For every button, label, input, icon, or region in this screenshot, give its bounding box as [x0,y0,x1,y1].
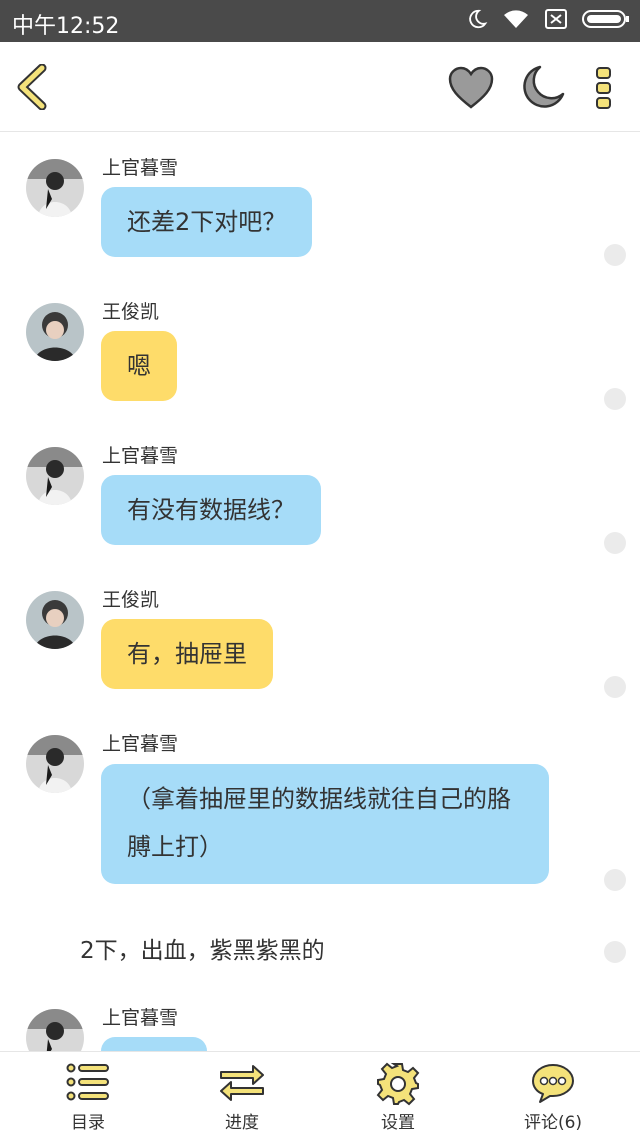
no-sim-icon [545,9,567,29]
heart-icon [448,66,494,109]
sender-name: 上官暮雪 [102,1007,179,1029]
sender-name: 王俊凯 [102,589,160,611]
list-icon [66,1063,109,1101]
chevron-left-icon [17,63,47,111]
avatar[interactable] [26,1009,84,1051]
message-bubble[interactable] [101,1037,207,1051]
tab-label: 评论(6) [523,1113,583,1133]
avatar[interactable] [26,303,84,361]
sender-name: 上官暮雪 [102,157,179,179]
message-bubble[interactable]: （拿着抽屉里的数据线就往自己的胳膊上打） [101,764,549,884]
tab-label: 设置 [381,1113,415,1133]
message-status-dot[interactable] [604,532,626,554]
tab-settings[interactable]: 设置 [318,1052,478,1138]
gear-icon [376,1062,420,1106]
message-status-dot[interactable] [604,676,626,698]
message-status-dot[interactable] [604,388,626,410]
status-time: 中午12:52 [12,14,120,39]
chat-list[interactable]: 上官暮雪 还差2下对吧？ 王俊凯 嗯 上官暮雪 有没有数据线？ 王俊凯 有，抽屉… [0,133,640,1051]
more-options-button[interactable] [594,66,614,110]
message-bubble[interactable]: 有没有数据线？ [101,475,321,545]
message-bubble[interactable]: 嗯 [101,331,177,401]
sender-name: 上官暮雪 [102,733,179,755]
bottom-toolbar: 目录 进度 设置 评论(6) [0,1051,640,1138]
message-status-dot[interactable] [604,941,626,963]
top-navigation-bar [0,42,640,132]
message-status-dot[interactable] [604,869,626,891]
battery-icon [582,10,629,28]
narration-text: 2下，出血，紫黑紫黑的 [80,938,325,964]
status-bar: 中午12:52 [0,0,640,42]
message-status-dot[interactable] [604,244,626,266]
tab-comments[interactable]: 评论(6) [473,1052,633,1138]
message-bubble[interactable]: 有，抽屉里 [101,619,273,689]
night-mode-button[interactable] [520,64,566,110]
status-icons [466,8,630,30]
more-vertical-icon [596,67,611,109]
avatar[interactable] [26,591,84,649]
swap-arrows-icon [220,1065,264,1101]
tab-label: 目录 [71,1113,105,1133]
tab-label: 进度 [225,1113,259,1133]
tab-table-of-contents[interactable]: 目录 [8,1052,168,1138]
tab-progress[interactable]: 进度 [162,1052,322,1138]
sender-name: 上官暮雪 [102,445,179,467]
wifi-icon [504,10,528,28]
sender-name: 王俊凯 [102,301,160,323]
avatar[interactable] [26,735,84,793]
back-button[interactable] [14,63,54,111]
message-bubble[interactable]: 还差2下对吧？ [101,187,313,257]
like-button[interactable] [448,66,494,110]
avatar[interactable] [26,159,84,217]
comment-icon [532,1064,574,1103]
do-not-disturb-moon-icon [469,9,488,29]
avatar[interactable] [26,447,84,505]
moon-icon [523,65,565,108]
